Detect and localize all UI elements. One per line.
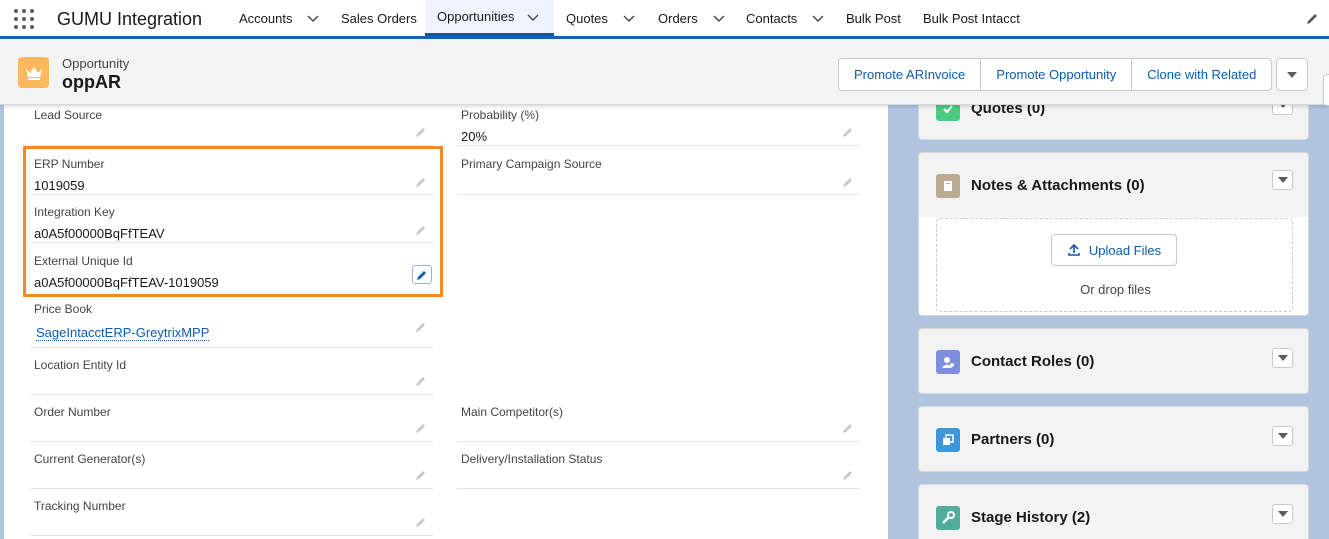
related-list-partners: Partners (0)	[918, 406, 1309, 472]
nav-item-contacts[interactable]: Contacts	[734, 0, 836, 36]
nav-item-accounts[interactable]: Accounts	[227, 0, 331, 36]
related-list-title[interactable]: Stage History (2)	[971, 509, 1090, 526]
nav-item-label: Quotes	[566, 10, 608, 26]
pencil-icon[interactable]	[842, 126, 854, 138]
field-label: Order Number	[34, 405, 111, 419]
related-list-stage-history: Stage History (2)	[918, 484, 1309, 539]
related-list-title[interactable]: Notes & Attachments (0)	[971, 177, 1145, 194]
notes-icon	[936, 174, 960, 198]
nav-item-sales-orders[interactable]: Sales Orders	[329, 0, 428, 36]
opportunity-crown-icon	[18, 57, 49, 88]
nav-item-bulk-post[interactable]: Bulk Post	[834, 0, 912, 36]
nav-item-orders[interactable]: Orders	[646, 0, 737, 36]
upload-icon	[1068, 243, 1080, 256]
field-label: Primary Campaign Source	[461, 157, 602, 171]
scroll-gutter	[888, 96, 902, 539]
more-actions-button[interactable]	[1276, 58, 1308, 91]
upload-files-label: Upload Files	[1088, 242, 1162, 258]
clone-with-related-button[interactable]: Clone with Related	[1132, 59, 1271, 90]
record-header: Opportunity oppAR Promote ARInvoice Prom…	[0, 39, 1329, 106]
field-label: Probability (%)	[461, 108, 540, 122]
contact-roles-icon	[936, 350, 960, 374]
nav-item-label: Orders	[658, 10, 698, 26]
chevron-down-icon[interactable]	[306, 11, 320, 25]
nav-item-opportunities[interactable]: Opportunities	[425, 0, 554, 36]
caret-down-icon	[1277, 511, 1288, 517]
promote-opportunity-button[interactable]: Promote Opportunity	[981, 59, 1133, 90]
pencil-icon[interactable]	[415, 126, 427, 138]
utility-panel-tab[interactable]	[1323, 74, 1329, 106]
field-location-entity-id: Location Entity Id	[30, 348, 433, 395]
chevron-down-icon[interactable]	[712, 11, 726, 25]
pencil-icon[interactable]	[842, 469, 854, 481]
partners-icon	[936, 428, 960, 452]
related-list-notes-attachments: Notes & Attachments (0) Upload Files Or …	[918, 152, 1309, 316]
record-type: Opportunity	[62, 56, 130, 71]
related-list-title[interactable]: Partners (0)	[971, 431, 1054, 448]
wrench-icon	[936, 506, 960, 530]
pencil-icon[interactable]	[415, 422, 427, 434]
edit-nav-icon[interactable]	[1305, 12, 1319, 26]
nav-item-bulk-post-intacct[interactable]: Bulk Post Intacct	[911, 0, 1031, 36]
related-list-menu-button[interactable]	[1272, 170, 1293, 190]
related-list-contact-roles: Contact Roles (0)	[918, 328, 1309, 394]
related-list-menu-button[interactable]	[1272, 426, 1293, 446]
nav-item-label: Accounts	[239, 10, 293, 26]
related-list-menu-button[interactable]	[1272, 348, 1293, 368]
caret-down-icon	[1277, 355, 1288, 361]
nav-item-quotes[interactable]: Quotes	[554, 0, 647, 36]
field-value: 20%	[461, 129, 488, 144]
nav-item-label: Bulk Post Intacct	[923, 10, 1020, 26]
field-label: Current Generator(s)	[34, 452, 146, 466]
field-label: Price Book	[34, 302, 93, 316]
chevron-down-icon[interactable]	[811, 11, 825, 25]
caret-down-icon	[1277, 433, 1288, 439]
nav-item-label: Contacts	[746, 10, 798, 26]
nav-item-label: Opportunities	[437, 9, 515, 24]
app-name: GUMU Integration	[57, 9, 203, 29]
chevron-down-icon[interactable]	[526, 10, 540, 24]
header-actions: Promote ARInvoice Promote Opportunity Cl…	[838, 58, 1273, 91]
highlight-annotation	[23, 146, 443, 297]
field-current-generators: Current Generator(s)	[30, 442, 433, 489]
field-label: Tracking Number	[34, 499, 126, 513]
pencil-icon[interactable]	[415, 469, 427, 481]
chevron-down-icon[interactable]	[622, 11, 636, 25]
pencil-icon[interactable]	[415, 321, 427, 333]
drop-files-text: Or drop files	[1080, 282, 1151, 297]
related-list-title[interactable]: Contact Roles (0)	[971, 353, 1094, 370]
field-primary-campaign-source: Primary Campaign Source	[457, 146, 860, 195]
file-drop-zone[interactable]: Upload Files Or drop files	[936, 218, 1293, 312]
record-name: oppAR	[62, 72, 121, 92]
field-label: Delivery/Installation Status	[461, 452, 603, 466]
field-price-book: Price Book SageIntacctERP-GreytrixMPP	[30, 296, 433, 348]
field-label: Lead Source	[34, 108, 103, 122]
caret-down-icon	[1287, 71, 1297, 78]
pencil-icon[interactable]	[842, 422, 854, 434]
field-delivery-installation-status: Delivery/Installation Status	[457, 442, 860, 489]
global-navigation: GUMU Integration Accounts Sales Orders O…	[0, 0, 1329, 39]
nav-item-label: Bulk Post	[846, 10, 901, 26]
pencil-icon[interactable]	[415, 516, 427, 528]
nav-item-label: Sales Orders	[341, 10, 417, 26]
caret-down-icon	[1277, 177, 1288, 183]
app-launcher-icon[interactable]	[13, 8, 35, 30]
pencil-icon[interactable]	[842, 176, 854, 188]
field-label: Location Entity Id	[34, 358, 127, 372]
pencil-icon[interactable]	[415, 375, 427, 387]
price-book-link[interactable]: SageIntacctERP-GreytrixMPP	[36, 325, 210, 341]
field-label: Main Competitor(s)	[461, 405, 564, 419]
field-tracking-number: Tracking Number	[30, 489, 433, 536]
related-list-menu-button[interactable]	[1272, 504, 1293, 524]
field-main-competitors: Main Competitor(s)	[457, 395, 860, 442]
promote-arinvoice-button[interactable]: Promote ARInvoice	[839, 59, 982, 90]
field-order-number: Order Number	[30, 395, 433, 442]
upload-files-button[interactable]: Upload Files	[1051, 234, 1177, 266]
